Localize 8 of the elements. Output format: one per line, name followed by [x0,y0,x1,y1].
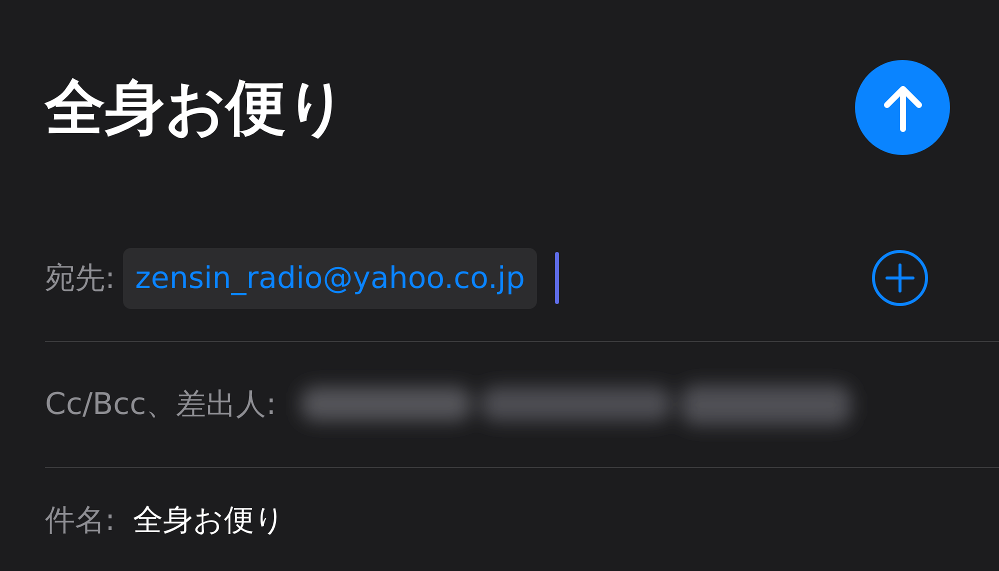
message-title: 全身お便り [45,78,347,138]
field-label: 宛先: [45,260,116,298]
field-label: Cc/Bcc、差出人: [45,386,276,424]
add-contact-button[interactable] [871,249,929,307]
recipient-token[interactable]: zensin_radio@yahoo.co.jp [123,248,537,308]
text-cursor [554,252,559,304]
field-label: 件名: [45,502,116,540]
subject-value[interactable]: 全身お便り [133,498,286,543]
